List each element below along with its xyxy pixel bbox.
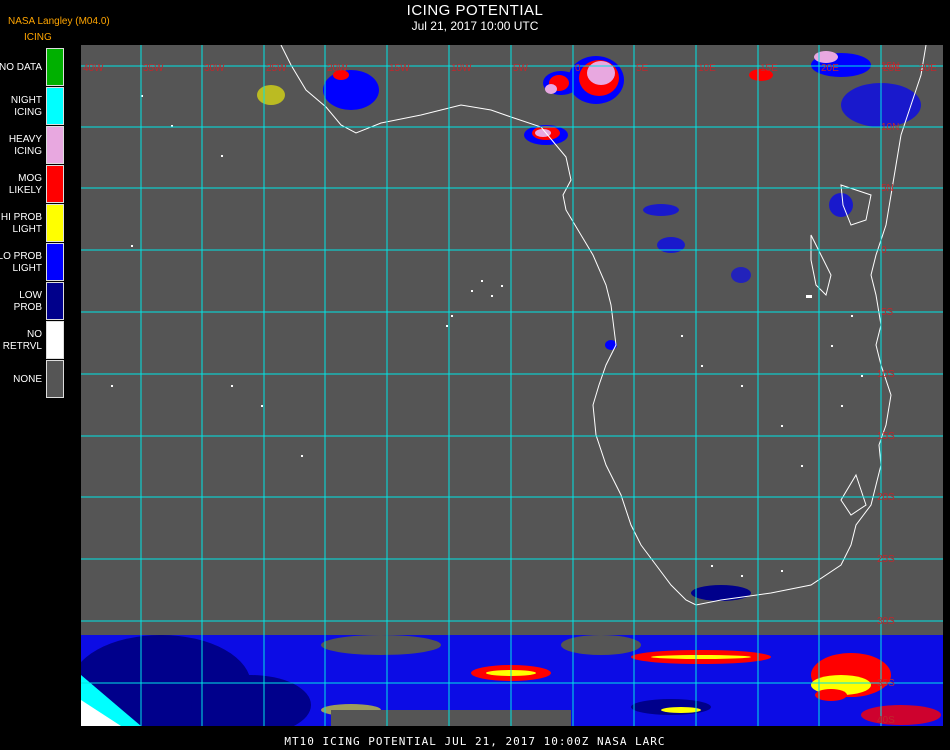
legend-swatch	[46, 204, 64, 242]
legend-label: NO RETRVL	[2, 328, 42, 352]
legend-swatch	[46, 87, 64, 125]
legend-item-hi-prob-light: HI PROB LIGHT	[0, 204, 64, 243]
legend-item-heavy-icing: HEAVY ICING	[0, 126, 64, 165]
lat-label: 10S	[877, 369, 895, 380]
lon-label: 10W	[451, 63, 472, 74]
legend-swatch	[46, 165, 64, 203]
lat-label: 5S	[881, 307, 894, 318]
lon-label: 35W	[143, 63, 164, 74]
lon-label: 15E	[760, 63, 778, 74]
lat-label: 10N	[881, 122, 899, 133]
legend-label: HEAVY ICING	[8, 133, 42, 157]
lat-label: 40S	[877, 715, 895, 726]
lat-label: 30S	[877, 616, 895, 627]
lon-label: 15W	[389, 63, 410, 74]
lat-label: 15S	[877, 431, 895, 442]
lat-label: 25S	[877, 554, 895, 565]
legend-label: LOW PROB	[13, 289, 42, 313]
lon-label: 25W	[266, 63, 287, 74]
timestamp: Jul 21, 2017 10:00 UTC	[411, 19, 539, 33]
legend-swatch	[46, 48, 64, 86]
lon-label: 40W	[83, 63, 104, 74]
legend-label: NIGHT ICING	[10, 94, 42, 118]
lat-label: 20S	[877, 492, 895, 503]
lat-label: 5N	[881, 183, 894, 194]
legend: NO DATA NIGHT ICING HEAVY ICING MOG LIKE…	[0, 48, 64, 399]
lon-label: 5W	[513, 63, 529, 74]
lon-label: 5E	[636, 63, 649, 74]
legend-item-lo-prob-light: LO PROB LIGHT	[0, 243, 64, 282]
lon-label: 20E	[821, 63, 839, 74]
lon-label: 10E	[698, 63, 716, 74]
icing-map: 40W 35W 30W 25W 20W 15W 10W 5W 0 5E 10E …	[81, 45, 943, 726]
legend-item-night-icing: NIGHT ICING	[0, 87, 64, 126]
legend-swatch	[46, 321, 64, 359]
lon-label: 20W	[327, 63, 348, 74]
product-label: ICING	[24, 32, 52, 43]
legend-label: MOG LIKELY	[8, 172, 42, 196]
lon-label: 0	[575, 63, 581, 74]
lat-label: 35S	[877, 678, 895, 689]
legend-swatch	[46, 126, 64, 164]
lon-label: 30E	[919, 63, 937, 74]
legend-label: NO DATA	[0, 61, 42, 73]
legend-item-mog-likely: MOG LIKELY	[0, 165, 64, 204]
legend-item-no-data: NO DATA	[0, 48, 64, 87]
legend-swatch	[46, 243, 64, 281]
legend-label: LO PROB LIGHT	[0, 250, 42, 274]
footer-caption: MT10 ICING POTENTIAL JUL 21, 2017 10:00Z…	[284, 735, 666, 748]
legend-label: HI PROB LIGHT	[0, 211, 42, 235]
map-canvas: 40W 35W 30W 25W 20W 15W 10W 5W 0 5E 10E …	[81, 45, 943, 726]
legend-item-low-prob: LOW PROB	[0, 282, 64, 321]
legend-swatch	[46, 360, 64, 398]
lon-label: 30W	[204, 63, 225, 74]
legend-item-none: NONE	[0, 360, 64, 399]
lat-label: 0	[881, 245, 887, 256]
legend-label: NONE	[13, 373, 42, 385]
legend-item-no-retrieval: NO RETRVL	[0, 321, 64, 360]
legend-swatch	[46, 282, 64, 320]
page-title: ICING POTENTIAL	[406, 2, 544, 19]
lat-label: 15N	[881, 61, 899, 72]
map-background	[81, 45, 943, 726]
